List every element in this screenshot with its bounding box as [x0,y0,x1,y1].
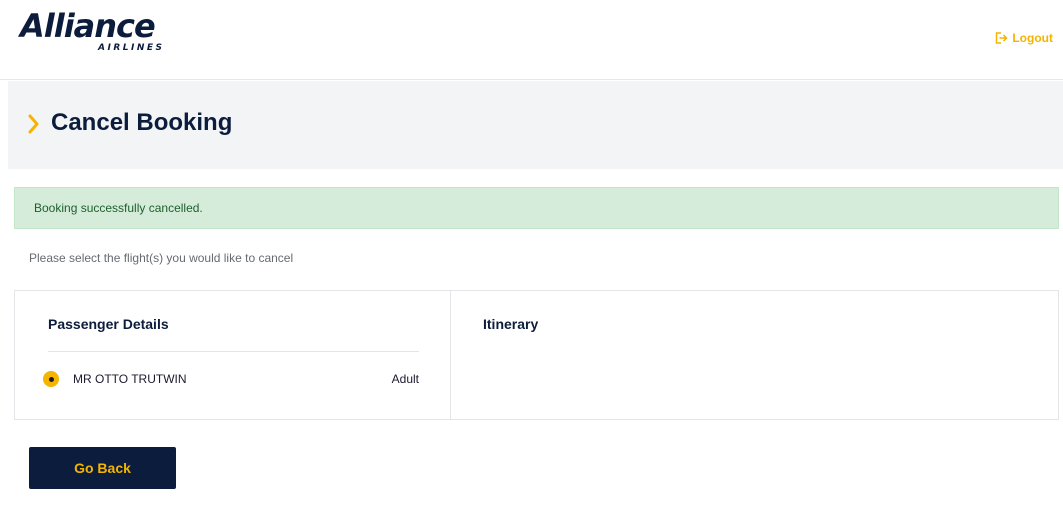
instruction-text: Please select the flight(s) you would li… [29,251,294,265]
radio-selected-dot [48,376,54,382]
booking-panel: Passenger Details MR OTTO TRUTWIN Adult … [14,290,1059,420]
success-alert: Booking successfully cancelled. [14,187,1059,229]
alliance-airlines-logo[interactable]: Alliance AIRLINES [20,7,180,53]
site-header: Alliance AIRLINES Logout [0,0,1063,80]
passenger-radio[interactable] [43,371,59,387]
logo-wordmark: Alliance [20,7,156,45]
passenger-details-heading: Passenger Details [48,316,169,332]
logo-subtitle: AIRLINES [98,43,165,53]
go-back-button[interactable]: Go Back [29,447,176,489]
itinerary-heading: Itinerary [483,316,539,332]
chevron-right-icon [28,114,40,139]
divider [48,351,419,352]
page-title-band: Cancel Booking [8,81,1063,169]
logout-link[interactable]: Logout [995,31,1053,45]
itinerary-section: Itinerary [451,291,1058,419]
page-title: Cancel Booking [51,109,233,136]
passenger-row[interactable]: MR OTTO TRUTWIN Adult [43,368,419,390]
logout-icon [995,32,1008,44]
passenger-details-section: Passenger Details MR OTTO TRUTWIN Adult [15,291,451,419]
passenger-type: Adult [391,372,419,386]
passenger-name: MR OTTO TRUTWIN [73,372,187,386]
logout-label: Logout [1012,31,1053,45]
